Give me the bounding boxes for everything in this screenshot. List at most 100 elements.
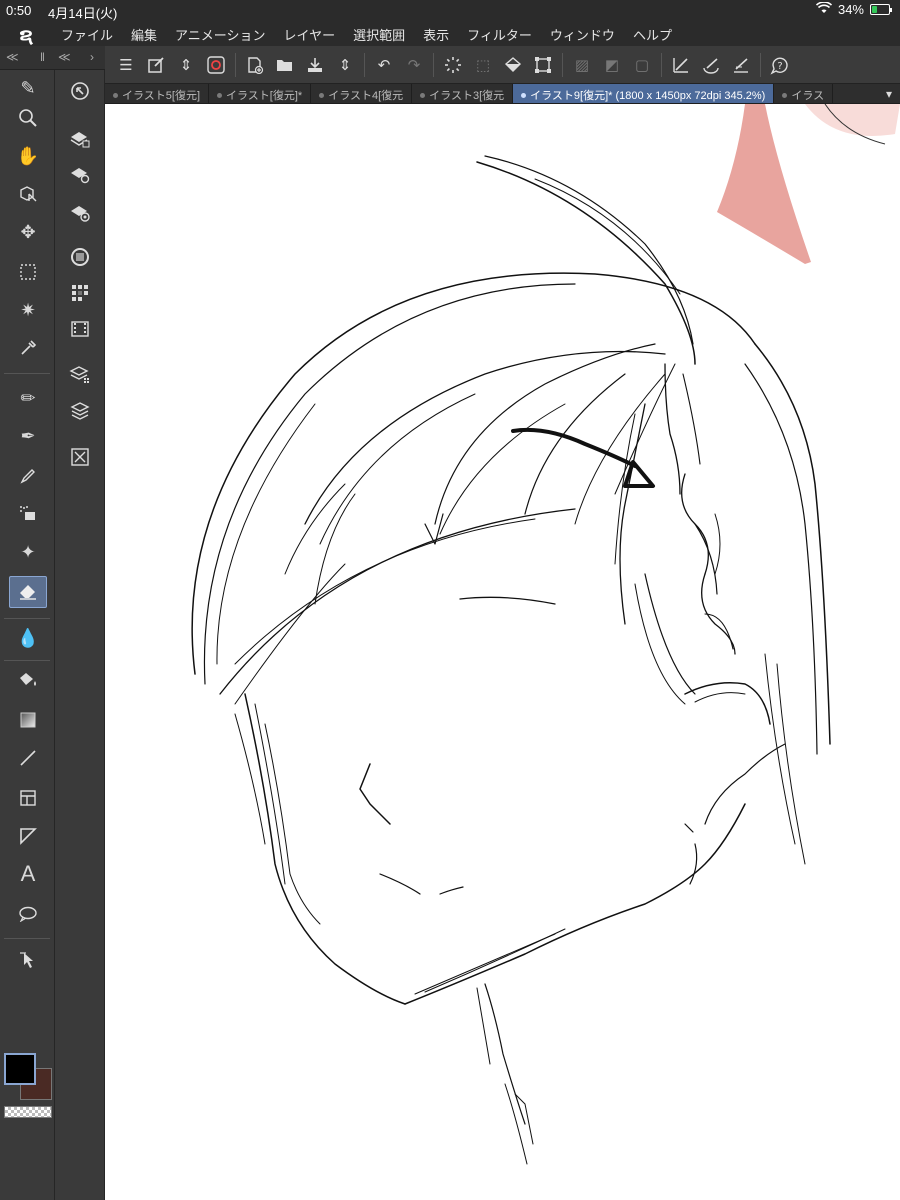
wifi-icon: [815, 1, 833, 17]
updown-save-icon[interactable]: ⇕: [330, 50, 360, 80]
tab-illust-more[interactable]: イラス: [774, 84, 834, 103]
tab-dot-icon: [113, 92, 118, 98]
status-time: 0:50: [6, 3, 32, 18]
loading-icon[interactable]: [438, 50, 468, 80]
object-icon[interactable]: [9, 178, 47, 210]
move-icon[interactable]: ✥: [9, 216, 47, 248]
menu-layer[interactable]: レイヤー: [275, 25, 345, 44]
balloon-icon[interactable]: [9, 898, 47, 930]
navigator-icon[interactable]: [65, 76, 95, 106]
separator: [433, 52, 434, 77]
separator: [235, 52, 236, 77]
battery-icon: [870, 4, 892, 15]
updown-icon[interactable]: ⇕: [171, 50, 201, 80]
tab-illust[interactable]: イラスト[復元]*: [209, 84, 312, 103]
tab-illust9-active[interactable]: イラスト9[復元]* (1800 x 1450px 72dpi 345.2%): [513, 84, 775, 103]
redo-icon[interactable]: ↷: [399, 50, 429, 80]
fill-icon[interactable]: [9, 664, 47, 696]
menu-icon[interactable]: ☰: [111, 50, 141, 80]
decoration-icon[interactable]: ✦: [9, 536, 47, 568]
open-folder-icon[interactable]: [270, 50, 300, 80]
pen-icon[interactable]: ✎: [9, 76, 47, 100]
fill-command-icon[interactable]: [498, 50, 528, 80]
tab-label: イラス: [791, 90, 825, 102]
clear-inside-icon[interactable]: ◩: [597, 50, 627, 80]
ruler-icon[interactable]: [9, 820, 47, 852]
transparent-color-swatch[interactable]: [4, 1106, 52, 1118]
menu-edit[interactable]: 編集: [122, 25, 166, 44]
menu-help[interactable]: ヘルプ: [624, 25, 681, 44]
status-bar: 0:50 4月14日(火) 34%: [0, 0, 900, 22]
expand-icon[interactable]: ›: [90, 50, 94, 64]
selection-icon[interactable]: [9, 256, 47, 288]
layer-property-icon[interactable]: [65, 124, 95, 154]
tab-illust3[interactable]: イラスト3[復元: [412, 84, 514, 103]
color-set-icon[interactable]: [65, 278, 95, 308]
separator: [562, 52, 563, 77]
svg-text:?: ?: [777, 61, 782, 72]
border-icon[interactable]: ▢: [627, 50, 657, 80]
tab-illust5[interactable]: イラスト5[復元]: [105, 84, 210, 103]
collapse-sub-icon[interactable]: ≪: [58, 50, 71, 64]
tool-palette: ✎ ✋ ✥ ✷ ✏ ✒ ✦ 💧 A: [0, 70, 55, 1200]
tab-illust4[interactable]: イラスト4[復元: [311, 84, 413, 103]
auto-select-icon[interactable]: ✷: [9, 294, 47, 326]
text-icon[interactable]: A: [9, 858, 47, 890]
tab-dot-icon: [521, 92, 527, 98]
menu-filter[interactable]: フィルター: [458, 25, 541, 44]
quick-access-icon[interactable]: [141, 50, 171, 80]
eraser-icon[interactable]: [9, 576, 47, 608]
layer-stack-icon[interactable]: [65, 360, 95, 390]
close-panel-icon[interactable]: [65, 442, 95, 472]
pen-tool-icon[interactable]: ✒: [9, 420, 47, 452]
drawing-canvas[interactable]: [105, 104, 900, 1200]
marker-icon[interactable]: [9, 460, 47, 492]
sketch-artwork: [191, 104, 900, 1165]
airbrush-icon[interactable]: [9, 498, 47, 530]
color-wheel-icon[interactable]: [65, 242, 95, 272]
clear-outside-icon[interactable]: ▨: [567, 50, 597, 80]
pencil-icon[interactable]: ✏: [9, 382, 47, 414]
timeline-icon[interactable]: [65, 314, 95, 344]
sub-palette: [55, 70, 105, 1200]
drag-handle-icon[interactable]: ‖: [40, 50, 45, 64]
menu-selection[interactable]: 選択範囲: [344, 25, 414, 44]
transform-icon[interactable]: [528, 50, 558, 80]
ruler-snap-icon[interactable]: [666, 50, 696, 80]
material-icon[interactable]: [65, 198, 95, 228]
menu-window[interactable]: ウィンドウ: [541, 25, 624, 44]
special-ruler-snap-icon[interactable]: [696, 50, 726, 80]
separator: [661, 52, 662, 77]
select-all-icon[interactable]: ⬚: [468, 50, 498, 80]
grid-snap-icon[interactable]: [726, 50, 756, 80]
layer-icon[interactable]: [65, 396, 95, 426]
tab-dot-icon: [420, 92, 426, 98]
separator: [364, 52, 365, 77]
correct-line-icon[interactable]: [9, 944, 47, 976]
menu-bar: ຊ ファイル 編集 アニメーション レイヤー 選択範囲 表示 フィルター ウィン…: [0, 22, 900, 46]
blend-icon[interactable]: 💧: [9, 622, 47, 654]
new-file-icon[interactable]: [240, 50, 270, 80]
tool-strip-header: ≪ ‖ ≪ ›: [0, 46, 105, 70]
help-icon[interactable]: ?: [765, 50, 795, 80]
app-logo-icon[interactable]: ຊ: [0, 24, 52, 45]
separator: [4, 938, 50, 939]
hand-icon[interactable]: ✋: [9, 140, 47, 172]
save-icon[interactable]: [300, 50, 330, 80]
menu-file[interactable]: ファイル: [52, 25, 122, 44]
zoom-icon[interactable]: [9, 102, 47, 134]
undo-icon[interactable]: ↶: [369, 50, 399, 80]
gradient-icon[interactable]: [9, 704, 47, 736]
layer-search-icon[interactable]: [65, 160, 95, 190]
frame-icon[interactable]: [9, 782, 47, 814]
clip-studio-icon[interactable]: [201, 50, 231, 80]
main-color-swatch[interactable]: [4, 1053, 36, 1085]
menu-animation[interactable]: アニメーション: [166, 25, 274, 44]
tab-list-chevron-down-icon[interactable]: ▾: [878, 84, 900, 103]
battery-percent: 34%: [837, 2, 864, 17]
command-bar: ☰ ⇕ ⇕ ↶ ↷ ⬚ ▨ ◩ ▢ ?: [105, 46, 900, 84]
line-icon[interactable]: [9, 742, 47, 774]
eyedropper-icon[interactable]: [9, 332, 47, 364]
collapse-left-icon[interactable]: ≪: [6, 50, 19, 64]
menu-view[interactable]: 表示: [414, 25, 458, 44]
